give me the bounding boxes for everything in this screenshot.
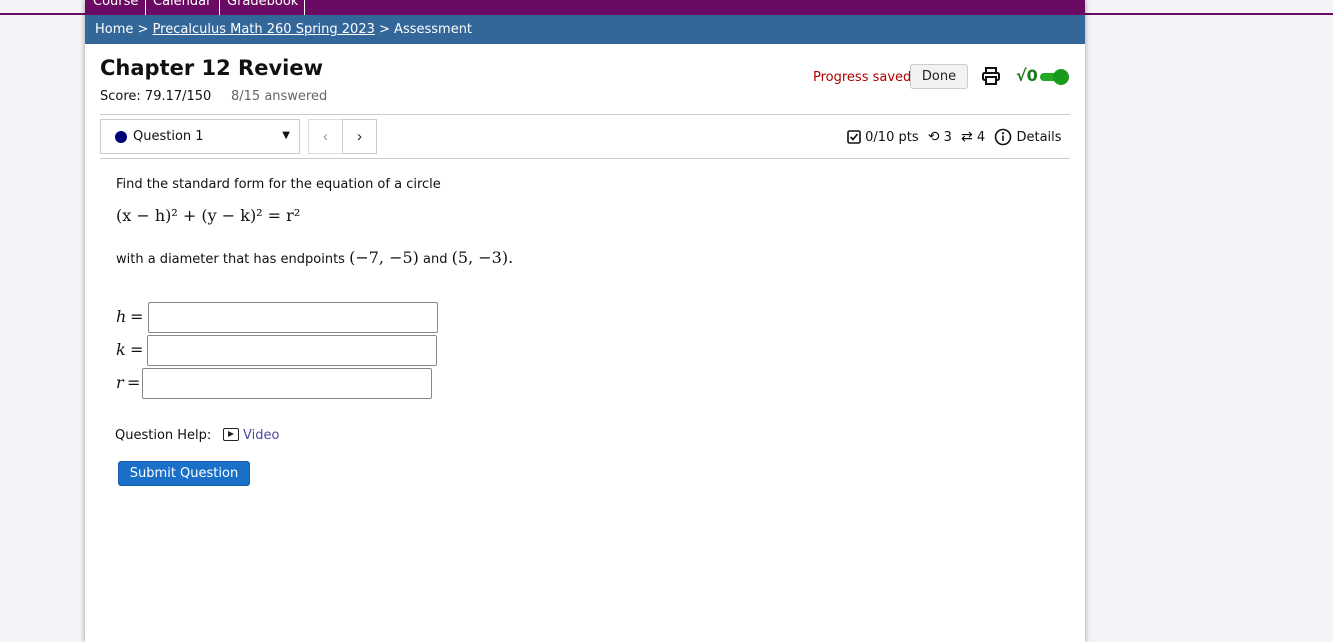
endpoints-prefix: with a diameter that has endpoints	[116, 252, 350, 267]
question-endpoints: with a diameter that has endpoints (−7, …	[116, 248, 513, 267]
checkbox-icon	[847, 130, 861, 144]
video-icon[interactable]	[223, 428, 239, 441]
score-text: Score: 79.17/150	[100, 89, 212, 104]
question-select[interactable]: Question 1 ▼	[100, 119, 300, 154]
r-label: r	[116, 373, 124, 392]
h-label: h	[116, 307, 127, 326]
attempts-count: 3	[943, 129, 952, 145]
math-entry-icon[interactable]: √0	[1016, 66, 1038, 85]
points-text: 0/10 pts	[865, 129, 919, 145]
answered-count: 8/15 answered	[231, 89, 328, 104]
math-entry-toggle[interactable]	[1040, 69, 1069, 85]
nav-course[interactable]: Course	[93, 0, 138, 10]
h-equals: =	[130, 307, 144, 326]
next-question-button[interactable]: ›	[342, 119, 377, 154]
video-link[interactable]: Video	[243, 428, 279, 443]
k-input[interactable]	[147, 335, 437, 366]
breadcrumb: Home > Precalculus Math 260 Spring 2023 …	[85, 15, 1085, 44]
k-label: k	[116, 340, 126, 359]
progress-status: Progress saved	[813, 70, 912, 85]
regens-count: 4	[976, 129, 986, 145]
submit-question-button[interactable]: Submit Question	[118, 461, 250, 486]
nav-separator	[219, 0, 220, 15]
endpoints-and: and	[418, 252, 452, 267]
chevron-down-icon: ▼	[282, 130, 290, 141]
nav-gradebook[interactable]: Gradebook	[227, 0, 298, 10]
question-divider	[100, 158, 1070, 159]
breadcrumb-separator: >	[133, 22, 153, 37]
nav-separator	[304, 0, 305, 15]
header-divider	[100, 114, 1070, 115]
endpoints-period: .	[508, 248, 514, 267]
regenerate-icon: ⇄	[961, 129, 973, 145]
toggle-knob	[1053, 69, 1069, 85]
endpoint-2: (5, −3)	[451, 248, 509, 267]
previous-question-button[interactable]: ‹	[308, 119, 343, 154]
endpoint-1: (−7, −5)	[349, 248, 419, 267]
breadcrumb-home[interactable]: Home	[95, 22, 133, 37]
r-equals: =	[127, 373, 141, 392]
question-help-label: Question Help:	[115, 428, 212, 443]
breadcrumb-separator: >	[374, 22, 395, 37]
nav-separator	[145, 0, 146, 15]
question-stats: 0/10 pts ⟲ 3 ⇄ 4 Details	[847, 128, 1062, 146]
assessment-panel: Course Calendar Gradebook Home > Precalc…	[85, 0, 1085, 642]
breadcrumb-course-link[interactable]: Precalculus Math 260 Spring 2023	[153, 22, 375, 37]
top-nav: Course Calendar Gradebook	[85, 0, 1085, 15]
k-equals: =	[130, 340, 144, 359]
question-prompt: Find the standard form for the equation …	[116, 177, 441, 192]
done-button[interactable]: Done	[910, 64, 968, 89]
r-input[interactable]	[142, 368, 432, 399]
details-link[interactable]: Details	[1016, 130, 1061, 145]
nav-calendar[interactable]: Calendar	[153, 0, 211, 10]
page-title: Chapter 12 Review	[100, 56, 323, 80]
circle-formula: (x − h)² + (y − k)² = r²	[116, 206, 301, 225]
h-input[interactable]	[148, 302, 438, 333]
question-select-label: Question 1	[133, 129, 204, 144]
retry-icon: ⟲	[927, 129, 940, 145]
info-icon[interactable]	[994, 128, 1012, 146]
printer-icon[interactable]	[981, 66, 1001, 86]
breadcrumb-current: Assessment	[394, 22, 473, 37]
question-status-dot	[115, 131, 127, 143]
